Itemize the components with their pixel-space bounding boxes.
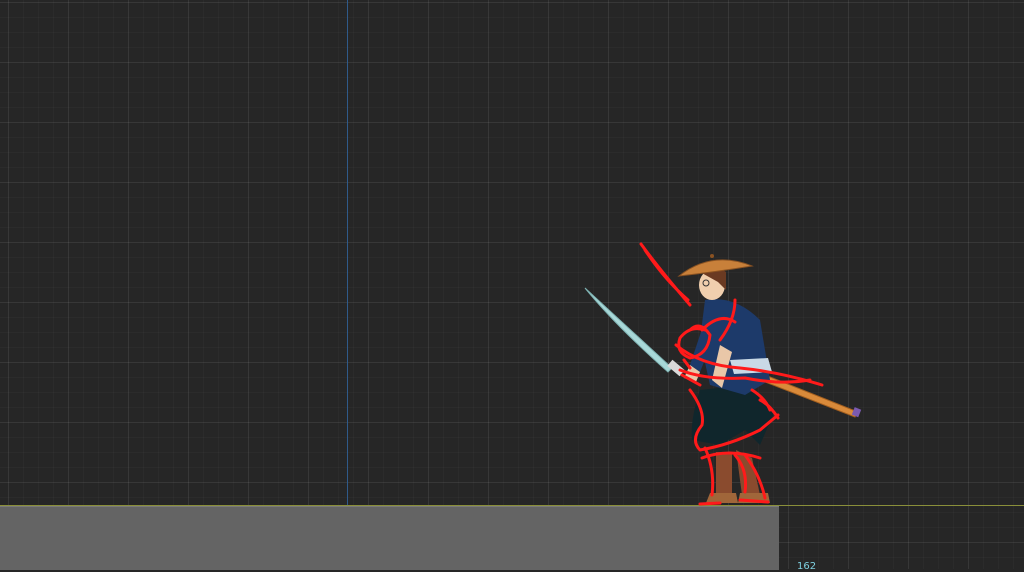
animation-viewport[interactable]: 162 bbox=[0, 0, 1024, 572]
character-rig[interactable] bbox=[560, 230, 890, 520]
katana-icon bbox=[584, 287, 685, 377]
origin-axis-line bbox=[347, 0, 348, 505]
frame-counter: 162 bbox=[797, 561, 817, 572]
